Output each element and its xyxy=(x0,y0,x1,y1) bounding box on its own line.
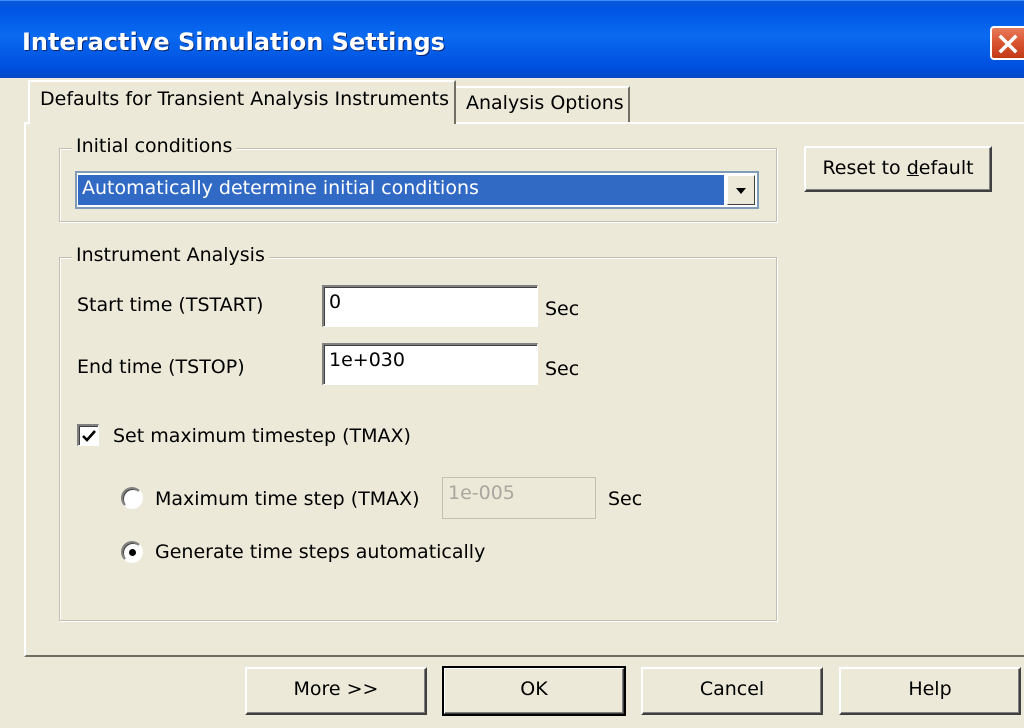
start-time-unit: Sec xyxy=(545,298,580,320)
start-time-label: Start time (TSTART) xyxy=(77,294,264,316)
title-bar[interactable]: Interactive Simulation Settings xyxy=(0,0,1024,78)
max-time-step-unit: Sec xyxy=(608,488,643,510)
auto-time-steps-label: Generate time steps automatically xyxy=(155,541,486,563)
max-time-step-label: Maximum time step (TMAX) xyxy=(155,488,420,510)
help-button[interactable]: Help xyxy=(839,667,1021,715)
more-button[interactable]: More >> xyxy=(245,667,427,715)
radio-selected-dot xyxy=(129,549,136,556)
tab-analysis-options[interactable]: Analysis Options xyxy=(456,86,630,122)
reset-label-after: efault xyxy=(918,157,974,179)
window-title: Interactive Simulation Settings xyxy=(22,28,445,56)
initial-conditions-label: Initial conditions xyxy=(72,135,237,157)
start-time-input[interactable]: 0 xyxy=(322,285,538,327)
end-time-label: End time (TSTOP) xyxy=(77,356,245,378)
dropdown-arrow-button[interactable] xyxy=(727,175,755,205)
instrument-analysis-label: Instrument Analysis xyxy=(72,244,269,266)
initial-conditions-selected: Automatically determine initial conditio… xyxy=(78,175,724,205)
reset-to-default-button[interactable]: Reset to default xyxy=(804,146,992,192)
set-max-timestep-label: Set maximum timestep (TMAX) xyxy=(113,425,411,447)
reset-label-before: Reset to xyxy=(822,157,907,179)
end-time-unit: Sec xyxy=(545,358,580,380)
cancel-button[interactable]: Cancel xyxy=(641,667,823,715)
max-time-step-radio[interactable] xyxy=(121,487,143,509)
reset-label-mnemonic: d xyxy=(906,157,919,179)
ok-button[interactable]: OK xyxy=(442,666,626,716)
end-time-input[interactable]: 1e+030 xyxy=(322,343,538,385)
tab-defaults-transient[interactable]: Defaults for Transient Analysis Instrume… xyxy=(28,80,456,124)
initial-conditions-dropdown[interactable]: Automatically determine initial conditio… xyxy=(75,171,759,209)
set-max-timestep-checkbox[interactable] xyxy=(77,424,99,446)
auto-time-steps-radio[interactable] xyxy=(121,541,143,563)
close-button[interactable] xyxy=(990,26,1024,60)
max-time-step-input[interactable]: 1e-005 xyxy=(442,477,596,519)
